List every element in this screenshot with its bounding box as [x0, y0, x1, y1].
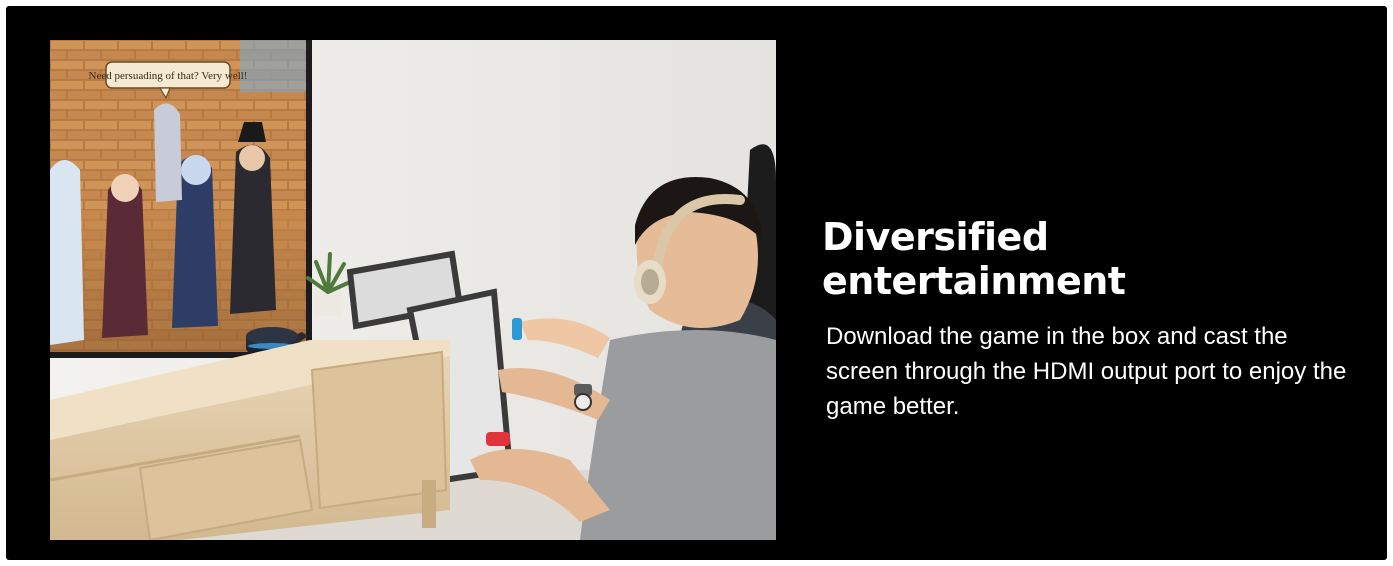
feature-headline: Diversified entertainment	[822, 215, 1126, 303]
gaming-scene-illustration: Need persuading of that? Very well!	[50, 40, 776, 540]
television: Need persuading of that? Very well!	[50, 40, 312, 358]
game-speech-text: Need persuading of that? Very well!	[89, 70, 248, 82]
feature-description: Download the game in the box and cast th…	[826, 323, 1347, 421]
lifestyle-photo: Need persuading of that? Very well!	[50, 40, 776, 540]
feature-banner: Need persuading of that? Very well! Dive…	[6, 6, 1387, 560]
feature-copy: Diversified entertainment Download the g…	[822, 215, 1362, 424]
